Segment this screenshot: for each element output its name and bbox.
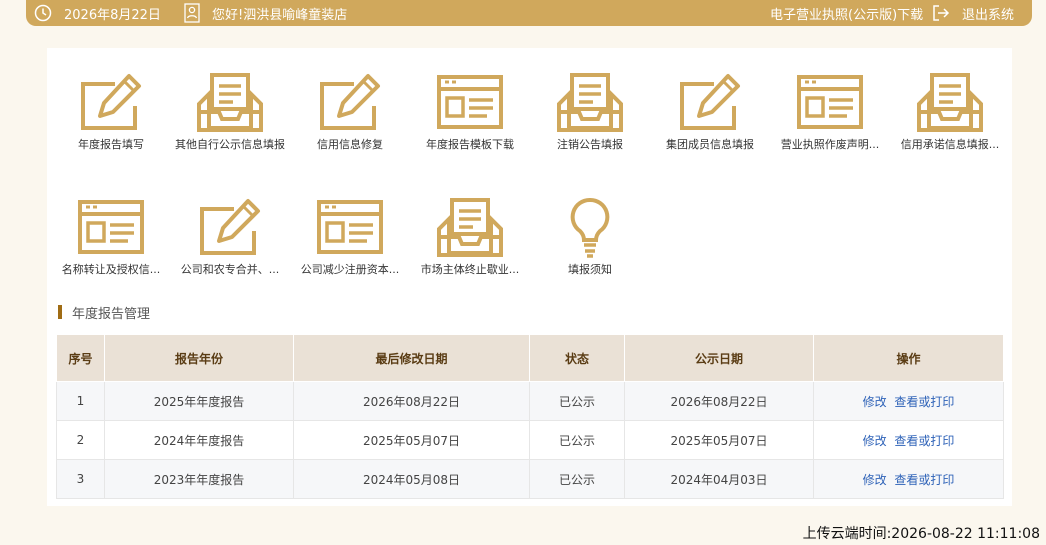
header-no: 序号 (56, 334, 105, 382)
user-icon (184, 3, 200, 23)
logout-label: 退出系统 (962, 7, 1015, 23)
form-doc-icon (51, 197, 171, 259)
row-actions: 修改 查看或打印 (813, 459, 1004, 499)
greeting-area: 您好!泗洪县喻峰童装店 (184, 0, 347, 26)
edit-link[interactable]: 修改 (863, 473, 887, 487)
function-tile-label: 信用信息修复 (317, 138, 383, 151)
view-print-link[interactable]: 查看或打印 (894, 434, 954, 448)
row-no: 3 (56, 459, 105, 499)
function-tile[interactable]: 注销公告填报 (530, 72, 650, 152)
function-tile[interactable]: 信用承诺信息填报... (890, 72, 1010, 152)
pencil-doc-icon (51, 72, 171, 134)
function-tile[interactable]: 信用信息修复 (290, 72, 410, 152)
row-year: 2025年年度报告 (104, 381, 294, 421)
annual-report-table: 序号 报告年份 最后修改日期 状态 公示日期 操作 1 2025年年度报告 20… (56, 334, 1004, 499)
function-tile-label: 营业执照作废声明... (780, 138, 880, 151)
function-tile-label: 年度报告模板下载 (426, 138, 514, 151)
view-print-link[interactable]: 查看或打印 (894, 473, 954, 487)
function-tile-label: 填报须知 (568, 263, 612, 276)
function-tile-label: 信用承诺信息填报... (900, 138, 1000, 151)
row-modified: 2024年05月08日 (293, 459, 530, 499)
function-tile-label: 年度报告填写 (78, 138, 144, 151)
row-actions: 修改 查看或打印 (813, 381, 1004, 421)
row-no: 1 (56, 381, 105, 421)
current-date: 2026年8月22日 (64, 7, 161, 23)
function-tile[interactable]: 年度报告模板下载 (410, 72, 530, 152)
function-tile[interactable]: 市场主体终止歇业... (410, 197, 530, 277)
function-tile[interactable]: 公司和农专合并、... (170, 197, 290, 277)
row-modified: 2026年08月22日 (293, 381, 530, 421)
inbox-doc-icon (410, 197, 530, 259)
logout-icon (932, 4, 950, 22)
greeting-text: 您好!泗洪县喻峰童装店 (212, 7, 348, 23)
form-doc-icon (410, 72, 530, 134)
logout-button[interactable]: 退出系统 (932, 0, 1014, 26)
pencil-doc-icon (290, 72, 410, 134)
function-tile-label: 其他自行公示信息填报 (175, 138, 285, 151)
row-status: 已公示 (529, 459, 625, 499)
row-status: 已公示 (529, 381, 625, 421)
clock-icon (34, 4, 52, 22)
date-area: 2026年8月22日 (34, 0, 161, 26)
pencil-doc-icon (170, 197, 290, 259)
row-year: 2023年年度报告 (104, 459, 294, 499)
table-row: 3 2023年年度报告 2024年05月08日 已公示 2024年04月03日 … (56, 459, 1004, 499)
view-print-link[interactable]: 查看或打印 (894, 395, 954, 409)
section-title-text: 年度报告管理 (72, 306, 151, 322)
edit-link[interactable]: 修改 (863, 395, 887, 409)
upload-time: 上传云端时间:2026-08-22 11:11:08 (802, 526, 1040, 542)
row-no: 2 (56, 420, 105, 460)
lightbulb-icon (530, 197, 650, 259)
header-published: 公示日期 (624, 334, 814, 382)
function-tile[interactable]: 公司减少注册资本... (290, 197, 410, 277)
inbox-doc-icon (530, 72, 650, 134)
header-modified: 最后修改日期 (293, 334, 530, 382)
function-tile[interactable]: 年度报告填写 (51, 72, 171, 152)
function-tile-label: 公司和农专合并、... (180, 263, 280, 276)
header-year: 报告年份 (104, 334, 294, 382)
form-doc-icon (770, 72, 890, 134)
section-title-bar (58, 305, 62, 319)
table-row: 2 2024年年度报告 2025年05月07日 已公示 2025年05月07日 … (56, 420, 1004, 460)
row-published: 2026年08月22日 (624, 381, 814, 421)
function-tile-label: 市场主体终止歇业... (420, 263, 520, 276)
row-actions: 修改 查看或打印 (813, 420, 1004, 460)
table-row: 1 2025年年度报告 2026年08月22日 已公示 2026年08月22日 … (56, 381, 1004, 421)
license-download-link[interactable]: 电子营业执照(公示版)下载 (770, 0, 923, 26)
table-header-row: 序号 报告年份 最后修改日期 状态 公示日期 操作 (56, 334, 1004, 382)
function-tile-label: 集团成员信息填报 (666, 138, 754, 151)
header-status: 状态 (529, 334, 625, 382)
license-download-label: 电子营业执照(公示版)下载 (770, 7, 924, 23)
row-status: 已公示 (529, 420, 625, 460)
function-tile-label: 注销公告填报 (557, 138, 623, 151)
function-tile[interactable]: 营业执照作废声明... (770, 72, 890, 152)
function-tile[interactable]: 名称转让及授权信... (51, 197, 171, 277)
top-bar: 2026年8月22日 您好!泗洪县喻峰童装店 电子营业执照(公示版)下载 退出系… (26, 0, 1032, 26)
function-tile[interactable]: 其他自行公示信息填报 (170, 72, 290, 152)
function-tile[interactable]: 填报须知 (530, 197, 650, 277)
row-published: 2025年05月07日 (624, 420, 814, 460)
form-doc-icon (290, 197, 410, 259)
section-title: 年度报告管理 (58, 302, 150, 322)
edit-link[interactable]: 修改 (863, 434, 887, 448)
row-published: 2024年04月03日 (624, 459, 814, 499)
inbox-doc-icon (170, 72, 290, 134)
row-year: 2024年年度报告 (104, 420, 294, 460)
pencil-doc-icon (650, 72, 770, 134)
header-actions: 操作 (813, 334, 1004, 382)
inbox-doc-icon (890, 72, 1010, 134)
function-tile-label: 名称转让及授权信... (61, 263, 161, 276)
row-modified: 2025年05月07日 (293, 420, 530, 460)
function-tile-label: 公司减少注册资本... (300, 263, 400, 276)
function-tile[interactable]: 集团成员信息填报 (650, 72, 770, 152)
